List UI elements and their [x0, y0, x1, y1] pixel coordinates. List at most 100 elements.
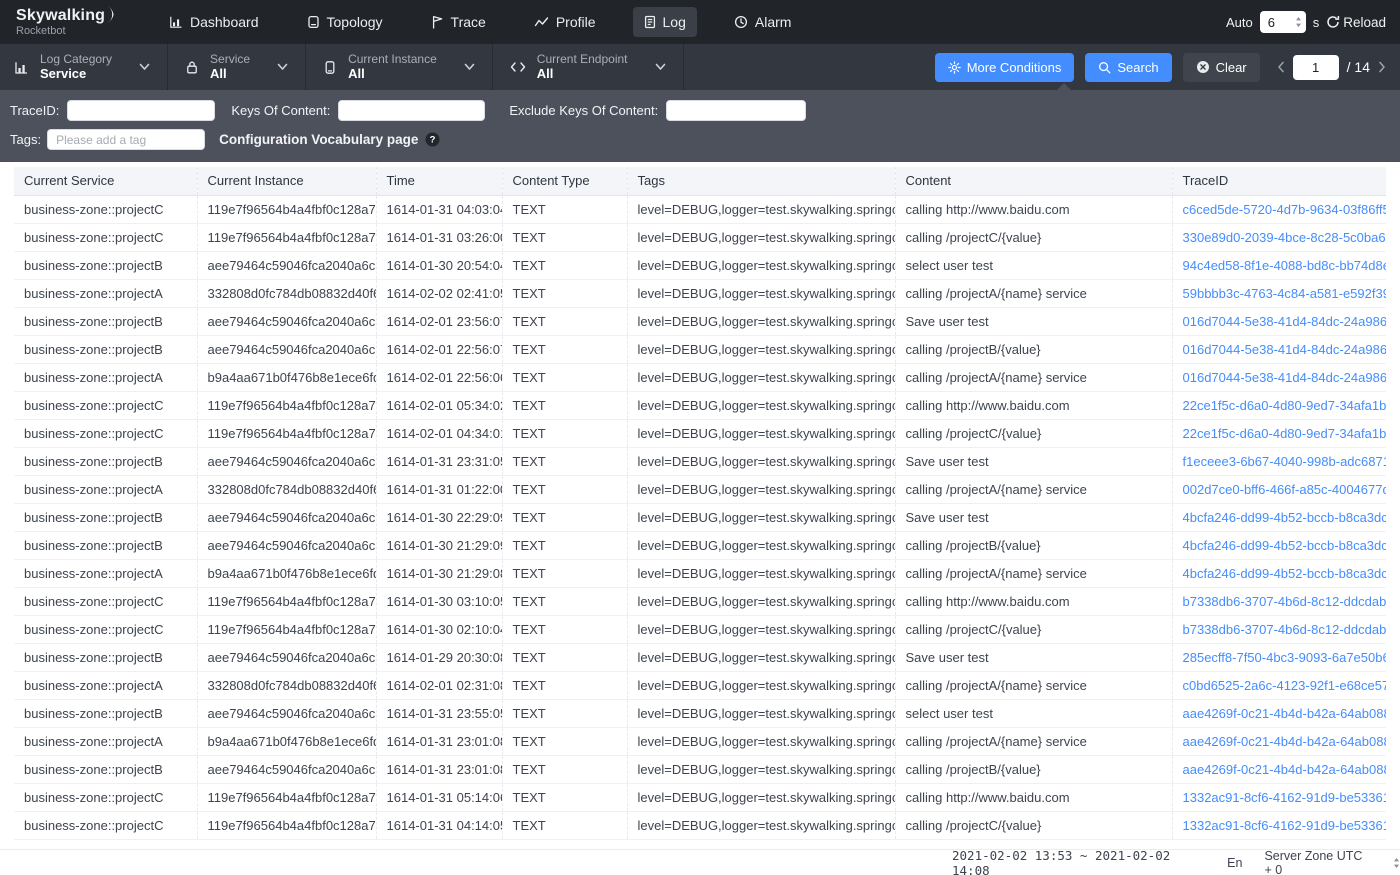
trace-id-link[interactable]: c6ced5de-5720-4d7b-9634-03f86ff55d30 [1172, 195, 1386, 223]
footer: 2021-02-02 13:53 ~ 2021-02-02 14:08 En S… [0, 849, 1400, 875]
time-range-picker[interactable]: 2021-02-02 13:53 ~ 2021-02-02 14:08 [952, 848, 1183, 875]
trace-icon [431, 15, 444, 29]
table-cell: 332808d0fc784db08832d40f683... [197, 475, 376, 503]
help-question-icon[interactable]: ? [425, 132, 440, 147]
log-icon [644, 15, 656, 29]
pagination: 1 / 14 [1277, 55, 1386, 80]
column-header-time[interactable]: Time [376, 167, 502, 195]
page-prev-button[interactable] [1277, 61, 1285, 73]
nav-item-log[interactable]: Log [633, 7, 697, 37]
nav-item-alarm[interactable]: Alarm [723, 7, 803, 37]
table-cell: TEXT [502, 195, 627, 223]
table-cell: level=DEBUG,logger=test.skywalking.sprin… [627, 335, 895, 363]
exclude-keys-input[interactable] [666, 100, 806, 121]
table-cell: TEXT [502, 671, 627, 699]
table-row: business-zone::projectAb9a4aa671b0f476b8… [14, 363, 1386, 391]
search-button[interactable]: Search [1085, 53, 1171, 82]
table-row: business-zone::projectA332808d0fc784db08… [14, 671, 1386, 699]
table-row: business-zone::projectBaee79464c59046fca… [14, 643, 1386, 671]
table-cell: 1614-01-30 02:10:04 [376, 615, 502, 643]
language-toggle[interactable]: En [1227, 856, 1242, 870]
nav-item-trace[interactable]: Trace [420, 7, 497, 37]
chevron-down-icon [464, 63, 475, 71]
trace-id-link[interactable]: 59bbbb3c-4763-4c84-a581-e592f39865bd [1172, 279, 1386, 307]
trace-id-link[interactable]: 002d7ce0-bff6-466f-a85c-4004677d8fbf [1172, 475, 1386, 503]
chevron-down-icon [655, 63, 666, 71]
column-header-current-instance[interactable]: Current Instance [197, 167, 376, 195]
trace-id-link[interactable]: c0bd6525-2a6c-4123-92f1-e68ce57f767d [1172, 671, 1386, 699]
selector-value: All [210, 66, 250, 82]
trace-id-link[interactable]: 22ce1f5c-d6a0-4d80-9ed7-34afa1be2490 [1172, 391, 1386, 419]
table-row: business-zone::projectA332808d0fc784db08… [14, 475, 1386, 503]
selector-text: Current EndpointAll [537, 52, 628, 82]
table-cell: level=DEBUG,logger=test.skywalking.sprin… [627, 559, 895, 587]
more-conditions-panel: TraceID: Keys Of Content: Exclude Keys O… [0, 90, 1400, 162]
trace-id-link[interactable]: aae4269f-0c21-4b4d-b42a-64ab08808ac8 [1172, 755, 1386, 783]
table-cell: TEXT [502, 419, 627, 447]
trace-id-link[interactable]: 4bcfa246-dd99-4b52-bccb-b8ca3dc5fc94 [1172, 559, 1386, 587]
table-cell: 1614-01-30 03:10:05 [376, 587, 502, 615]
trace-id-link[interactable]: 016d7044-5e38-41d4-84dc-24a98624a30e [1172, 363, 1386, 391]
nav-item-topology[interactable]: Topology [296, 7, 394, 37]
toolbar-actions: More Conditions Search Clear 1 / 14 [935, 44, 1400, 90]
stepper-arrows-icon[interactable] [1295, 16, 1302, 28]
table-cell: level=DEBUG,logger=test.skywalking.sprin… [627, 587, 895, 615]
trace-id-link[interactable]: b7338db6-3707-4b6d-8c12-ddcdabbdb45a [1172, 587, 1386, 615]
table-cell: calling /projectB/{value} [895, 335, 1172, 363]
keys-of-content-input[interactable] [338, 100, 485, 121]
table-row: business-zone::projectC119e7f96564b4a4fb… [14, 419, 1386, 447]
trace-id-link[interactable]: 22ce1f5c-d6a0-4d80-9ed7-34afa1be2490 [1172, 419, 1386, 447]
table-cell: level=DEBUG,logger=test.skywalking.sprin… [627, 503, 895, 531]
table-cell: level=DEBUG,logger=test.skywalking.sprin… [627, 727, 895, 755]
trace-id-link[interactable]: 94c4ed58-8f1e-4088-bd8c-bb74d8eca703 [1172, 251, 1386, 279]
reload-button[interactable]: Reload [1326, 15, 1386, 30]
auto-interval-input[interactable]: 6 [1260, 11, 1306, 33]
table-row: business-zone::projectC119e7f96564b4a4fb… [14, 223, 1386, 251]
table-cell: 1614-02-01 22:56:06 [376, 363, 502, 391]
table-cell: Save user test [895, 307, 1172, 335]
logo[interactable]: Skywalking Rocketbot [16, 7, 134, 37]
table-cell: calling http://www.baidu.com [895, 391, 1172, 419]
page-number-input[interactable]: 1 [1293, 55, 1339, 80]
trace-id-link[interactable]: 1332ac91-8cf6-4162-91d9-be53361168a9 [1172, 811, 1386, 839]
page-next-button[interactable] [1378, 61, 1386, 73]
more-conditions-button[interactable]: More Conditions [935, 53, 1075, 82]
selector-current-instance[interactable]: Current InstanceAll [306, 44, 493, 90]
trace-id-link[interactable]: aae4269f-0c21-4b4d-b42a-64ab08808ac8 [1172, 699, 1386, 727]
trace-id-link[interactable]: aae4269f-0c21-4b4d-b42a-64ab08808ac8 [1172, 727, 1386, 755]
table-cell: TEXT [502, 279, 627, 307]
nav-item-profile[interactable]: Profile [523, 7, 607, 37]
selector-log-category[interactable]: Log CategoryService [0, 44, 168, 90]
clear-button[interactable]: Clear [1183, 53, 1260, 82]
column-header-traceid[interactable]: TraceID [1172, 167, 1386, 195]
table-cell: calling /projectA/{name} service [895, 727, 1172, 755]
timezone-stepper-icon[interactable] [1393, 857, 1400, 869]
column-header-tags[interactable]: Tags [627, 167, 895, 195]
selector-label: Current Instance [348, 52, 437, 66]
selector-service[interactable]: ServiceAll [168, 44, 306, 90]
table-cell: 1614-02-01 22:56:07 [376, 335, 502, 363]
table-row: business-zone::projectBaee79464c59046fca… [14, 447, 1386, 475]
table-cell: business-zone::projectA [14, 727, 197, 755]
tags-input[interactable] [47, 129, 205, 150]
table-cell: TEXT [502, 335, 627, 363]
trace-id-link[interactable]: f1eceee3-6b67-4040-998b-adc6871261c1 [1172, 447, 1386, 475]
trace-id-link[interactable]: 1332ac91-8cf6-4162-91d9-be53361168a9 [1172, 783, 1386, 811]
column-header-content[interactable]: Content [895, 167, 1172, 195]
trace-id-link[interactable]: 4bcfa246-dd99-4b52-bccb-b8ca3dc5fc94 [1172, 503, 1386, 531]
selector-current-endpoint[interactable]: Current EndpointAll [493, 44, 684, 90]
trace-id-input[interactable] [67, 100, 215, 121]
column-header-current-service[interactable]: Current Service [14, 167, 197, 195]
table-cell: 1614-01-31 23:31:05 [376, 447, 502, 475]
table-cell: 1614-01-31 23:01:08 [376, 727, 502, 755]
trace-id-link[interactable]: 016d7044-5e38-41d4-84dc-24a98624a30e [1172, 307, 1386, 335]
nav-item-dashboard[interactable]: Dashboard [158, 7, 270, 37]
trace-id-link[interactable]: 330e89d0-2039-4bce-8c28-5c0ba6bc8ce7 [1172, 223, 1386, 251]
vocabulary-page-link[interactable]: Configuration Vocabulary page [219, 132, 418, 147]
table-cell: level=DEBUG,logger=test.skywalking.sprin… [627, 307, 895, 335]
column-header-content-type[interactable]: Content Type [502, 167, 627, 195]
trace-id-link[interactable]: 016d7044-5e38-41d4-84dc-24a98624a30e [1172, 335, 1386, 363]
trace-id-link[interactable]: 285ecff8-7f50-4bc3-9093-6a7e50b6a9a3 [1172, 643, 1386, 671]
trace-id-link[interactable]: 4bcfa246-dd99-4b52-bccb-b8ca3dc5fc94 [1172, 531, 1386, 559]
trace-id-link[interactable]: b7338db6-3707-4b6d-8c12-ddcdabbdb45a [1172, 615, 1386, 643]
